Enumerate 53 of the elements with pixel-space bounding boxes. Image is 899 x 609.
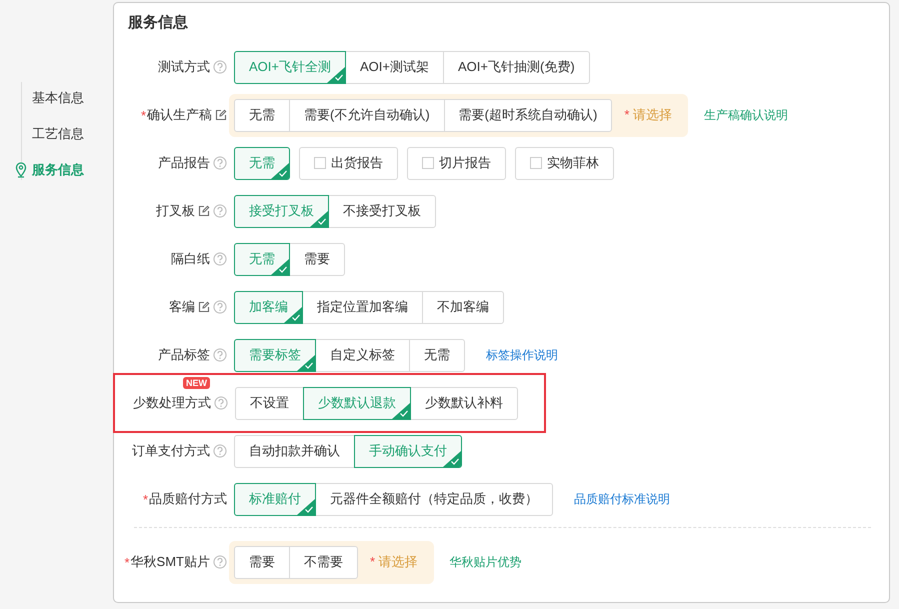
field-label: 产品标签 (158, 346, 210, 364)
select-hint: * 请选择 (624, 106, 672, 124)
option-button[interactable]: 需要(不允许自动确认) (289, 98, 445, 132)
field-label: 订单支付方式 (132, 442, 210, 460)
field-label: 测试方式 (158, 58, 210, 76)
section-title: 服务信息 (126, 13, 189, 33)
option-button[interactable]: 元器件全额赔付（特定品质，收费） (315, 482, 553, 516)
option-button[interactable]: 指定位置加客编 (302, 290, 423, 324)
required-mark: * (142, 492, 148, 506)
checkbox-option[interactable]: 切片报告 (407, 146, 506, 180)
option-button[interactable]: 无需 (409, 338, 465, 372)
checkbox-option[interactable]: 实物菲林 (515, 146, 614, 180)
option-button[interactable]: 不加客编 (422, 290, 504, 324)
edit-icon[interactable] (215, 109, 227, 121)
option-button[interactable]: AOI+测试架 (345, 50, 444, 84)
required-mark: * (124, 554, 130, 570)
option-button[interactable]: 需要(超时系统自动确认) (444, 98, 612, 132)
option-button[interactable]: AOI+飞针抽测(免费) (443, 50, 590, 84)
help-icon[interactable] (213, 156, 227, 170)
checkbox-option[interactable]: 出货报告 (299, 146, 398, 180)
option-button[interactable]: 需要 (289, 242, 345, 276)
help-icon[interactable] (213, 555, 227, 569)
option-button[interactable]: 自动扣款并确认 (234, 434, 355, 468)
required-mark: * (140, 108, 146, 122)
help-icon[interactable] (213, 252, 227, 266)
field-label: 隔白纸 (171, 250, 210, 268)
field-label: 华秋SMT贴片 (130, 553, 210, 571)
option-button[interactable]: 自定义标签 (315, 338, 410, 372)
select-hint: * 请选择 (370, 553, 418, 571)
help-icon[interactable] (214, 396, 228, 410)
help-link[interactable]: 标签操作说明 (486, 346, 558, 364)
help-icon[interactable] (213, 348, 227, 362)
help-icon[interactable] (213, 60, 227, 74)
help-icon[interactable] (213, 444, 227, 458)
option-button[interactable]: 不接受打叉板 (328, 194, 436, 228)
field-label: 产品报告 (158, 154, 210, 172)
option-button[interactable]: 无需 (234, 98, 290, 132)
edit-icon[interactable] (198, 301, 210, 313)
field-label: 打叉板 (156, 202, 195, 220)
option-button[interactable]: 不需要 (289, 546, 358, 578)
help-link[interactable]: 品质赔付标准说明 (574, 490, 670, 508)
field-label: 品质赔付方式 (149, 490, 227, 508)
nav-item[interactable]: 工艺信息 (32, 125, 84, 143)
field-label: 少数处理方式 (133, 394, 211, 412)
field-label: 确认生产稿 (147, 106, 212, 124)
nav-item[interactable]: 基本信息 (32, 89, 84, 107)
edit-icon[interactable] (198, 205, 210, 217)
new-badge: NEW (183, 377, 210, 389)
option-button[interactable]: 少数默认补料 (410, 386, 518, 420)
option-button[interactable]: 不设置 (235, 386, 304, 420)
location-pin-icon (15, 162, 27, 178)
field-label: 客编 (169, 298, 195, 316)
option-button[interactable]: 需要 (234, 546, 290, 578)
